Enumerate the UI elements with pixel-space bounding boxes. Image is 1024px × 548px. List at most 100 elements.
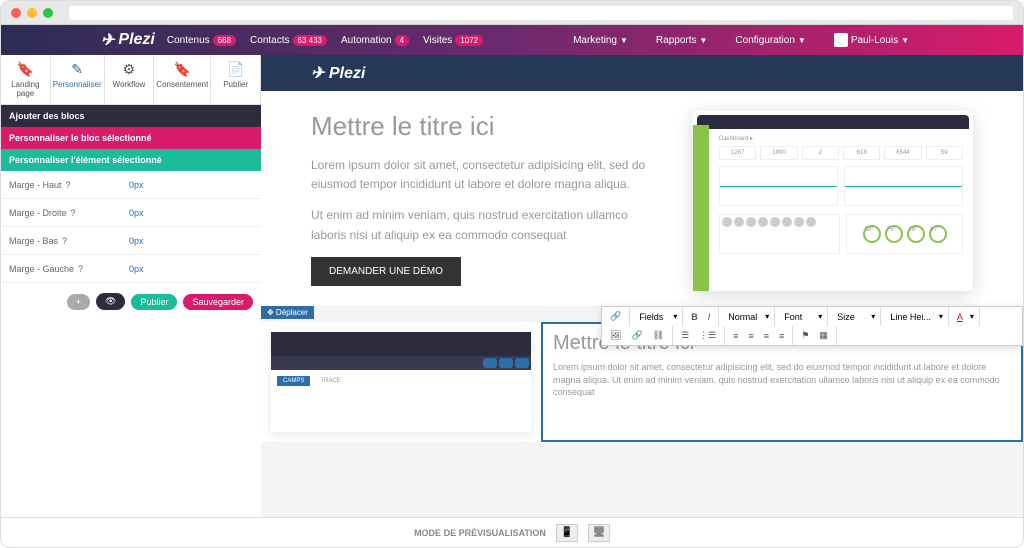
canvas-header: ✈ Plezi (261, 55, 1023, 91)
pencil-icon: ✎ (53, 61, 102, 78)
panel-customize-element[interactable]: Personnaliser l'élément sélectionné (1, 149, 261, 171)
browser-chrome (1, 1, 1023, 25)
page-title: Mettre le titre ici (311, 111, 663, 142)
text-column: Mettre le titre ici Lorem ipsum dolor si… (311, 111, 663, 291)
paragraph-2: Ut enim ad minim veniam, quis nostrud ex… (311, 206, 663, 244)
text-color-button[interactable]: A (954, 311, 966, 323)
caret-down-icon: ▼ (620, 36, 628, 45)
wysiwyg-toolbar: 🔗 Fields▾ BI Normal▾ Font▾ Size▾ Line He… (601, 306, 1023, 346)
app-preview-image: CAMPSTRACE (271, 332, 531, 432)
field-label: Marge - Bas? (1, 236, 121, 246)
canvas-brand-logo: ✈ Plezi (311, 63, 365, 83)
tab-publier[interactable]: 📄Publier (211, 55, 261, 104)
save-button[interactable]: Sauvegarder (183, 294, 253, 310)
move-block-handle[interactable]: ✥ Déplacer (261, 306, 314, 319)
editor-paragraph[interactable]: Lorem ipsum dolor sit amet, consectetur … (553, 361, 1011, 399)
italic-button[interactable]: I (705, 311, 714, 323)
panel-add-blocks[interactable]: Ajouter des blocs (1, 105, 261, 127)
help-icon[interactable]: ? (66, 180, 71, 190)
tab-personnaliser[interactable]: ✎Personnaliser (51, 55, 105, 104)
preview-button[interactable]: 👁 (96, 293, 125, 310)
tab-workflow[interactable]: ⚙Workflow (105, 55, 155, 104)
nav-configuration[interactable]: Configuration▼ (735, 35, 805, 46)
gear-icon: ⚙ (107, 61, 152, 78)
desktop-view-button[interactable]: 🖥 (588, 524, 610, 542)
bookmark-icon: 🔖 (3, 61, 48, 78)
link-icon[interactable]: 🔗 (607, 310, 624, 323)
unlink-button[interactable]: ⛓ (650, 329, 667, 342)
content-block: Mettre le titre ici Lorem ipsum dolor si… (261, 91, 1023, 306)
field-input[interactable]: 0px (121, 236, 261, 246)
tab-landing-page[interactable]: 🔖Landing page (1, 55, 51, 104)
link-button[interactable]: 🔗 (628, 329, 645, 342)
nav-automation[interactable]: Automation4 (341, 35, 409, 46)
footer: MODE DE PRÉVISUALISATION 📱 🖥 (1, 517, 1023, 547)
sidebar: 🔖Landing page ✎Personnaliser ⚙Workflow 🔖… (1, 55, 261, 517)
align-justify-button[interactable]: ≡ (776, 330, 787, 342)
align-left-button[interactable]: ≡ (730, 330, 741, 342)
selected-block[interactable]: ✥ Déplacer ⎘ Dupliquer ⊘ Suppr. 🔗 Fields… (261, 322, 1023, 442)
help-icon[interactable]: ? (71, 208, 76, 218)
maximize-window-icon[interactable] (43, 8, 53, 18)
mobile-view-button[interactable]: 📱 (556, 524, 578, 542)
cta-button[interactable]: DEMANDER UNE DÉMO (311, 257, 461, 286)
avatar (834, 33, 848, 47)
lineheight-dropdown[interactable]: Line Hei... (886, 311, 935, 323)
align-center-button[interactable]: ≡ (746, 330, 757, 342)
image-icon[interactable]: 🖼 (607, 329, 624, 342)
field-margin-right: Marge - Droite? 0px (1, 199, 261, 227)
align-right-button[interactable]: ≡ (761, 330, 772, 342)
preview-mode-label: MODE DE PRÉVISUALISATION (414, 528, 546, 538)
field-input[interactable]: 0px (121, 264, 261, 274)
paper-plane-icon: ✈ (311, 65, 324, 82)
field-label: Marge - Haut? (1, 180, 121, 190)
field-margin-bottom: Marge - Bas? 0px (1, 227, 261, 255)
top-nav: ✈ Plezi Contenus668 Contacts63 433 Autom… (1, 25, 1023, 55)
paper-plane-icon: ✈ (101, 30, 114, 50)
paragraph-1: Lorem ipsum dolor sit amet, consectetur … (311, 156, 663, 194)
field-margin-left: Marge - Gauche? 0px (1, 255, 261, 283)
minimize-window-icon[interactable] (27, 8, 37, 18)
editor-image-column: CAMPSTRACE (261, 322, 541, 442)
bookmark-icon: 🔖 (156, 61, 208, 78)
help-icon[interactable]: ? (78, 264, 83, 274)
brand-logo[interactable]: ✈ Plezi (101, 30, 155, 50)
document-icon: 📄 (213, 61, 258, 78)
fields-dropdown[interactable]: Fields (635, 311, 669, 323)
brand-name: Plezi (118, 31, 154, 49)
field-label: Marge - Droite? (1, 208, 121, 218)
help-icon[interactable]: ? (62, 236, 67, 246)
size-dropdown[interactable]: Size (833, 311, 867, 323)
field-margin-top: Marge - Haut? 0px (1, 171, 261, 199)
editor-tabs: 🔖Landing page ✎Personnaliser ⚙Workflow 🔖… (1, 55, 261, 105)
table-icon[interactable]: ▦ (816, 329, 831, 342)
field-input[interactable]: 0px (121, 208, 261, 218)
caret-down-icon: ▼ (901, 36, 909, 45)
font-dropdown[interactable]: Font (780, 311, 814, 323)
nav-rapports[interactable]: Rapports▼ (656, 35, 708, 46)
list-ul-button[interactable]: ☰ (678, 329, 692, 342)
nav-contenus[interactable]: Contenus668 (167, 35, 236, 46)
nav-contacts[interactable]: Contacts63 433 (250, 35, 327, 46)
close-window-icon[interactable] (11, 8, 21, 18)
nav-visites[interactable]: Visites1072 (423, 35, 483, 46)
add-button[interactable]: + (67, 294, 90, 310)
url-bar[interactable] (69, 6, 1013, 20)
dashboard-preview-image: Dashboard ▸ 1267 1890 2 618 6544 59 (693, 111, 973, 291)
nav-marketing[interactable]: Marketing▼ (573, 35, 628, 46)
list-ol-button[interactable]: ⋮☰ (696, 329, 719, 342)
screenshot-column: Dashboard ▸ 1267 1890 2 618 6544 59 (693, 111, 973, 291)
sidebar-actions: + 👁 Publier Sauvegarder (1, 283, 261, 320)
caret-down-icon: ▼ (699, 36, 707, 45)
format-dropdown[interactable]: Normal (724, 311, 761, 323)
caret-down-icon: ▼ (798, 36, 806, 45)
tab-consentement[interactable]: 🔖Consentement (154, 55, 211, 104)
bold-button[interactable]: B (688, 311, 701, 323)
field-input[interactable]: 0px (121, 180, 261, 190)
dashboard-label: Dashboard ▸ (719, 135, 963, 142)
publish-button[interactable]: Publier (131, 294, 177, 310)
nav-user-menu[interactable]: Paul-Louis▼ (834, 33, 909, 47)
canvas: ✈ Plezi Mettre le titre ici Lorem ipsum … (261, 55, 1023, 517)
flag-icon[interactable]: ⚑ (798, 329, 812, 342)
panel-customize-block[interactable]: Personnaliser le bloc sélectionné (1, 127, 261, 149)
